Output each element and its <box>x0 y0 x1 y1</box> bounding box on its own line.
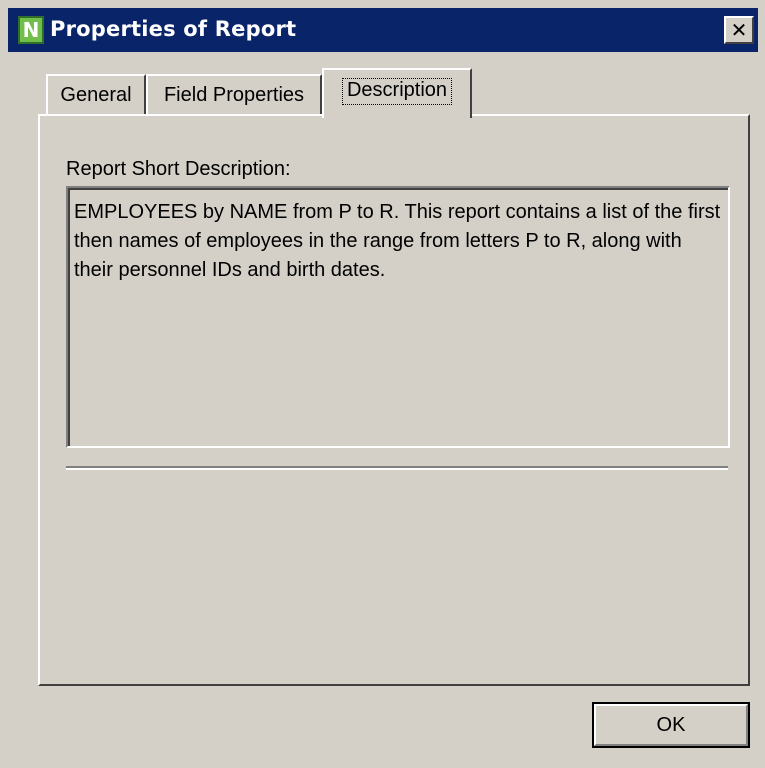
description-textarea[interactable]: EMPLOYEES by NAME from P to R. This repo… <box>66 186 730 448</box>
ok-button-label: OK <box>656 713 686 736</box>
tab-label: Description <box>341 78 453 105</box>
tab-panel-description: Report Short Description: EMPLOYEES by N… <box>38 114 750 686</box>
app-icon: N <box>18 16 44 44</box>
tab-description[interactable]: Description <box>322 68 472 118</box>
close-icon: ✕ <box>730 18 748 42</box>
title-bar[interactable]: N Properties of Report ✕ <box>8 8 758 52</box>
report-properties-dialog: N Properties of Report ✕ General Field P… <box>0 0 765 768</box>
close-button[interactable]: ✕ <box>724 16 754 44</box>
separator-line <box>66 466 728 470</box>
tab-field-properties[interactable]: Field Properties <box>146 74 322 114</box>
description-text: EMPLOYEES by NAME from P to R. This repo… <box>68 188 728 446</box>
tab-general[interactable]: General <box>46 74 146 114</box>
description-label: Report Short Description: <box>66 158 291 180</box>
window-title: Properties of Report <box>50 17 297 41</box>
ok-button[interactable]: OK <box>592 702 750 748</box>
tab-label: Field Properties <box>163 83 305 106</box>
tab-label: General <box>60 83 132 106</box>
